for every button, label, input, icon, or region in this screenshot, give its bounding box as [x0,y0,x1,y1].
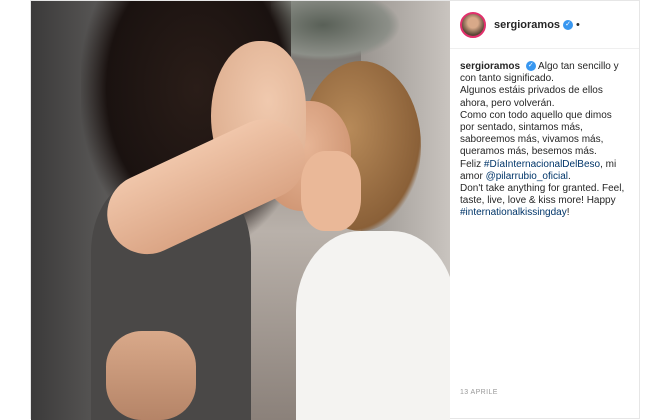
avatar[interactable] [460,11,486,38]
hashtag-link[interactable]: #DíaInternacionalDelBeso [484,159,600,170]
caption-line: taste, live, love & kiss more! Happy [460,195,616,207]
caption-line: queramos más, besemos más. [460,146,597,158]
caption-line: Don't take anything for granted. Feel, [460,183,625,195]
mention-link[interactable]: @pilarrubio_oficial [486,171,568,182]
caption-text: Feliz [460,158,484,170]
caption-username[interactable]: sergioramos [460,61,520,72]
header-username[interactable]: sergioramos [494,19,560,31]
caption-text: . [567,170,571,182]
post-photo[interactable] [31,1,450,420]
caption-text: , mi [600,158,617,170]
caption-text: ! [566,207,570,219]
woman-hand [301,151,361,231]
verified-badge-icon: ✓ [525,61,536,72]
man-shirt [296,231,450,420]
post-sidebar: sergioramos ✓ • sergioramos ✓ Algo tan s… [450,1,639,418]
man-tattooed-hand [106,331,196,420]
separator-dot: • [576,18,580,31]
instagram-post: sergioramos ✓ • sergioramos ✓ Algo tan s… [30,0,640,420]
hashtag-link[interactable]: #internationalkissingday [460,207,567,218]
caption-line: con tanto significado. [460,73,554,85]
caption-line: Algunos estáis privados de ellos [460,85,603,97]
post-caption: sergioramos ✓ Algo tan sencillo y con ta… [450,49,639,220]
caption-line: por sentado, sintamos más, [460,122,583,134]
caption-line: saboreemos más, vivamos más, [460,134,604,146]
caption-text: Algo tan sencillo y [538,61,619,72]
verified-badge-icon: ✓ [563,19,574,30]
caption-text: amor [460,170,486,182]
post-header: sergioramos ✓ • [450,1,639,49]
post-date[interactable]: 13 APRILE [460,389,498,396]
caption-line: Como con todo aquello que dimos [460,109,612,121]
caption-line: ahora, pero volverán. [460,97,555,109]
